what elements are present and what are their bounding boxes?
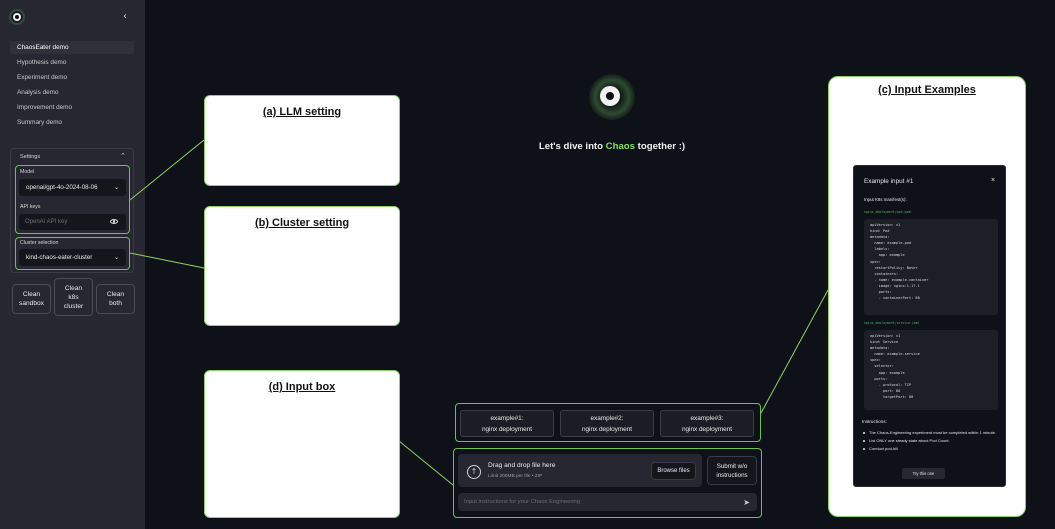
example-3-subtitle: nginx deployment	[681, 425, 733, 433]
annotation-cluster-setting-title: (b) Cluster setting	[254, 217, 350, 229]
dropzone-title: Drag and drop file here	[488, 462, 556, 469]
upload-cloud-icon: ↑	[467, 465, 481, 479]
dialog-title: Example input #1	[864, 178, 914, 185]
annotation-input-examples-title: (c) Input Examples	[878, 84, 976, 96]
example-1-button[interactable]: example#1: nginx deployment	[460, 410, 554, 437]
instructions-label: Instructions:	[862, 419, 887, 424]
instruction-item: Conduct pod-kill	[860, 445, 1002, 453]
tagline: Let's dive into Chaos together :)	[0, 141, 1055, 152]
instruction-item: The Chaos-Engineering experiment must be…	[860, 429, 1002, 437]
manifest-code-2: apiVersion: v1 kind: Service metadata: n…	[864, 330, 998, 410]
example-1-title: example#1:	[490, 414, 524, 422]
browse-files-button[interactable]: Browse files	[651, 462, 696, 480]
send-icon[interactable]: ➤	[743, 498, 750, 507]
example-2-title: example#2:	[590, 414, 624, 422]
annotation-input-box-title: (d) Input box	[268, 381, 336, 393]
instructions-list: The Chaos-Engineering experiment must be…	[860, 429, 1002, 453]
tagline-prefix: Let's dive into	[538, 141, 606, 152]
example-3-title: example#3:	[690, 414, 724, 422]
example-3-button[interactable]: example#3: nginx deployment	[660, 410, 754, 437]
annotation-input-box: (d) Input box	[204, 370, 400, 518]
dropzone-limit: Limit 200MB per file • ZIP	[488, 474, 543, 479]
tagline-highlight: Chaos	[605, 141, 635, 152]
submit-without-instructions-button[interactable]: Submit w/o instructions	[707, 456, 757, 485]
try-this-one-button[interactable]: Try this one	[902, 468, 945, 479]
manifest-code-1: apiVersion: v1 kind: Pod metadata: name:…	[864, 219, 998, 315]
manifests-label: Input K8s manifest(s):	[864, 197, 907, 202]
annotation-cluster-setting: (b) Cluster setting	[204, 206, 400, 326]
example-input-dialog: Example input #1 × Input K8s manifest(s)…	[853, 165, 1006, 487]
chaoseater-logo-pupil	[606, 92, 614, 100]
tagline-suffix: together :)	[635, 141, 686, 152]
close-icon[interactable]: ×	[991, 177, 995, 184]
manifest-file-2[interactable]: nginx_deployment/service.yaml	[864, 321, 920, 325]
manifest-file-1[interactable]: nginx_deployment/pod.yaml	[864, 210, 912, 214]
example-1-subtitle: nginx deployment	[481, 425, 533, 433]
example-2-subtitle: nginx deployment	[581, 425, 633, 433]
instruction-item: List ONLY one steady state about Pod Cou…	[860, 437, 1002, 445]
chat-placeholder: Input instructions for your Chaos Engine…	[464, 499, 581, 505]
example-2-button[interactable]: example#2: nginx deployment	[560, 410, 654, 437]
instructions-chat-input[interactable]: Input instructions for your Chaos Engine…	[458, 493, 757, 511]
annotation-llm-setting-title: (a) LLM setting	[262, 106, 342, 118]
